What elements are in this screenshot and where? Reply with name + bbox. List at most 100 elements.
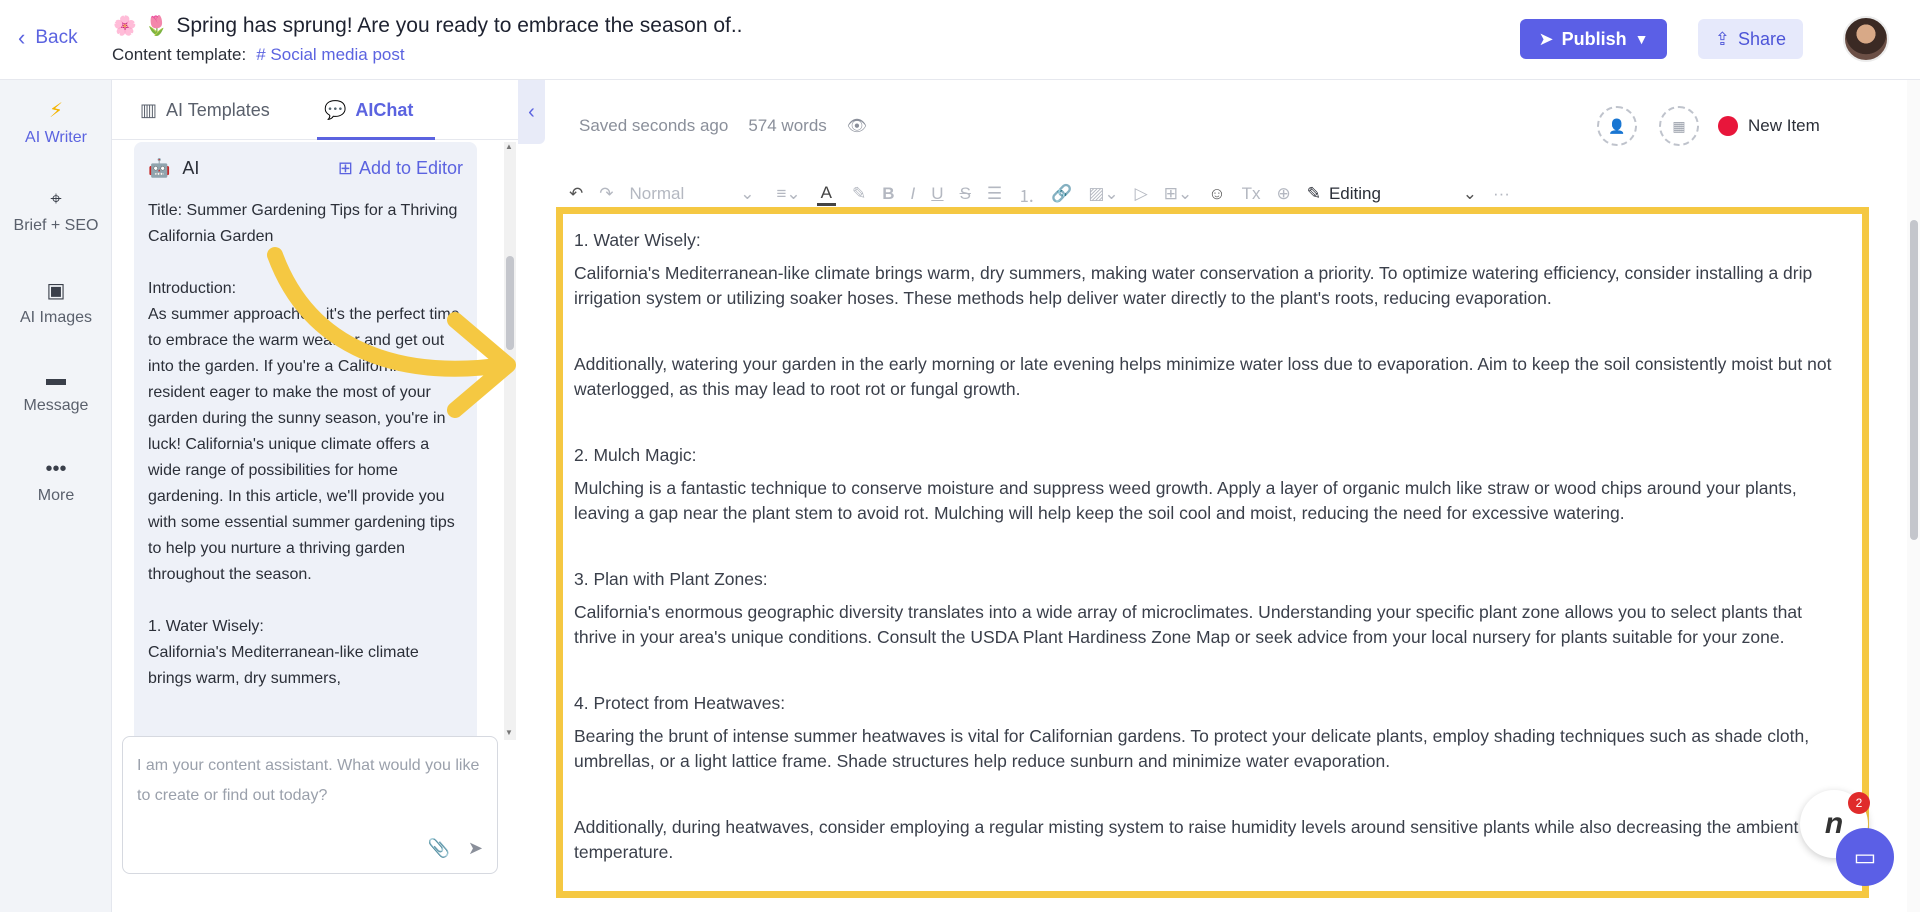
share-label: Share: [1738, 28, 1787, 49]
scroll-up-arrow-icon[interactable]: ▲: [505, 142, 513, 151]
chat-input[interactable]: I am your content assistant. What would …: [122, 736, 498, 874]
mode-value: Editing: [1328, 184, 1381, 203]
send-icon: ➤: [1538, 28, 1554, 49]
publish-button[interactable]: ➤ Publish ▼: [1520, 19, 1667, 59]
editor-scrollbar[interactable]: [1907, 80, 1920, 912]
bold-icon[interactable]: B: [882, 184, 894, 204]
message-header: 🤖 AI ⊞ Add to Editor: [148, 158, 463, 179]
chat-bubbles-icon: 💬: [324, 100, 347, 120]
left-nav-rail: ⚡ AI Writer ⌖ Brief + SEO ▣ AI Images ▬ …: [0, 80, 112, 912]
image-insert-icon[interactable]: ▨⌄: [1088, 184, 1118, 204]
scroll-down-arrow-icon[interactable]: ▼: [505, 728, 513, 737]
underline-icon[interactable]: U: [931, 184, 943, 204]
widget-logo: n: [1824, 807, 1844, 840]
chevron-down-icon[interactable]: ⌄: [1463, 184, 1477, 204]
tab-aichat[interactable]: 💬 AIChat: [324, 100, 413, 121]
redo-icon[interactable]: ↷: [599, 184, 613, 204]
title-text: Spring has sprung! Are you ready to embr…: [176, 14, 743, 37]
video-icon[interactable]: ▷: [1135, 184, 1148, 204]
status-label: New Item: [1748, 116, 1820, 135]
message-paragraph: 1. Water Wisely: California's Mediterran…: [148, 618, 419, 687]
save-status: Saved seconds ago: [579, 116, 729, 135]
sender: 🤖 AI: [148, 158, 199, 179]
ai-chat-panel: ▥ AI Templates 💬 AIChat 🤖 AI ⊞ Add to Ed…: [112, 80, 518, 912]
section-paragraph: Mulching is a fantastic technique to con…: [574, 478, 1797, 523]
crosshair-icon: ⌖: [50, 188, 62, 210]
status-badge[interactable]: New Item: [1718, 116, 1820, 136]
rail-item-label: Brief + SEO: [13, 217, 99, 234]
mode-select[interactable]: ✎ Editing: [1307, 184, 1447, 204]
editor-top-icons: 👤 ▦: [1597, 106, 1699, 146]
tab-label: AI Templates: [166, 100, 270, 120]
add-doc-icon: ⊞: [337, 158, 353, 178]
eye-icon[interactable]: 👁: [847, 116, 867, 136]
clear-format-icon[interactable]: Tx: [1242, 184, 1261, 204]
avatar[interactable]: [1843, 16, 1889, 62]
rail-item-more[interactable]: ••• More: [0, 458, 112, 505]
add-to-editor-label: Add to Editor: [358, 158, 463, 178]
schedule-calendar-icon[interactable]: ▦: [1659, 106, 1699, 146]
chat-icon: ▭: [1853, 843, 1877, 871]
rail-item-brief-seo[interactable]: ⌖ Brief + SEO: [0, 188, 112, 235]
share-button[interactable]: ⇪ Share: [1698, 19, 1803, 59]
align-icon[interactable]: ≡⌄: [777, 184, 801, 204]
section-paragraph: California's Mediterranean-like climate …: [574, 263, 1813, 308]
image-icon: ▣: [46, 280, 66, 302]
undo-icon[interactable]: ↶: [569, 184, 583, 204]
rail-item-label: AI Images: [19, 309, 93, 326]
content-template-row: Content template: # Social media post: [112, 45, 405, 65]
tab-ai-templates[interactable]: ▥ AI Templates: [140, 100, 270, 121]
bullet-list-icon[interactable]: ☰: [987, 184, 1002, 204]
chat-scrollbar[interactable]: ▲ ▼: [504, 142, 516, 740]
more-options-icon[interactable]: ···: [1493, 184, 1510, 204]
section-paragraph: Additionally, during heatwaves, consider…: [574, 817, 1799, 862]
lightning-icon: ⚡: [48, 100, 64, 122]
strikethrough-icon[interactable]: S: [960, 184, 971, 204]
paragraph-style-select[interactable]: Normal ⌄: [630, 184, 755, 204]
document-title[interactable]: 🌸 🌷 Spring has sprung! Are you ready to …: [113, 14, 743, 38]
chat-launcher-button[interactable]: ▭: [1836, 828, 1894, 886]
status-dot: [1718, 116, 1738, 136]
hash-icon: #: [256, 45, 266, 64]
publish-label: Publish: [1561, 28, 1627, 49]
active-tab-indicator: [317, 137, 435, 140]
attach-icon[interactable]: 📎: [427, 833, 449, 863]
editor-area: Saved seconds ago 574 words 👁 👤 ▦ New It…: [545, 80, 1920, 912]
chevron-down-icon: ▼: [1634, 31, 1649, 47]
panel-tabs: ▥ AI Templates 💬 AIChat: [112, 80, 518, 140]
editor-status: Saved seconds ago 574 words 👁: [579, 116, 867, 136]
pencil-icon: ✎: [1306, 184, 1321, 203]
link-icon[interactable]: 🔗: [1051, 184, 1072, 204]
add-to-editor-button[interactable]: ⊞ Add to Editor: [338, 158, 463, 179]
back-label: Back: [35, 27, 78, 48]
text-color-icon[interactable]: A: [816, 183, 837, 206]
emoji-icon[interactable]: ☺: [1208, 184, 1225, 204]
highlight-icon[interactable]: ✎: [852, 184, 866, 204]
assign-user-icon[interactable]: 👤: [1597, 106, 1637, 146]
send-icon[interactable]: ➤: [468, 833, 483, 863]
rail-item-ai-images[interactable]: ▣ AI Images: [0, 278, 112, 327]
section-heading: 3. Plan with Plant Zones:: [574, 569, 768, 589]
rail-item-label: Message: [23, 397, 89, 414]
table-icon[interactable]: ⊞⌄: [1164, 184, 1193, 204]
scroll-thumb[interactable]: [1910, 220, 1918, 540]
scroll-thumb[interactable]: [506, 256, 514, 350]
sender-label: AI: [182, 158, 200, 178]
rail-item-message[interactable]: ▬ Message: [0, 368, 112, 415]
rail-item-ai-writer[interactable]: ⚡ AI Writer: [0, 98, 112, 147]
comment-icon[interactable]: ⊕: [1276, 184, 1290, 204]
numbered-list-icon[interactable]: ⒈: [1018, 182, 1035, 207]
word-count: 574 words: [748, 116, 827, 135]
section-paragraph: Bearing the brunt of intense summer heat…: [574, 726, 1810, 771]
upload-icon: ⇪: [1714, 28, 1731, 49]
message-body: Title: Summer Gardening Tips for a Thriv…: [148, 198, 463, 718]
template-link[interactable]: # Social media post: [256, 45, 404, 65]
section-heading: 4. Protect from Heatwaves:: [574, 693, 786, 713]
document-body[interactable]: 1. Water Wisely: California's Mediterran…: [574, 228, 1844, 891]
italic-icon[interactable]: I: [911, 184, 916, 204]
template-label: Content template:: [112, 45, 247, 64]
flower-emoji: 🌸: [113, 16, 137, 37]
collapse-panel-button[interactable]: ‹: [518, 80, 545, 144]
back-button[interactable]: ‹ Back: [18, 27, 78, 49]
rail-item-label: More: [37, 487, 75, 504]
